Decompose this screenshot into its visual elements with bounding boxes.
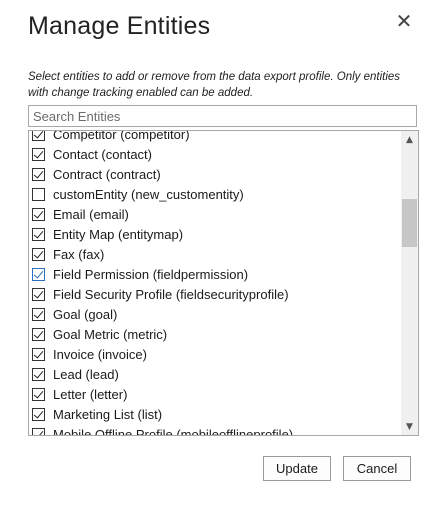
entity-list-item[interactable]: Field Security Profile (fieldsecuritypro… [29,284,401,304]
entity-label: customEntity (new_customentity) [53,186,244,202]
scrollbar-thumb[interactable] [402,199,417,247]
scroll-down-icon[interactable]: ▼ [401,418,418,435]
entity-list-item[interactable]: Lead (lead) [29,364,401,384]
cancel-button[interactable]: Cancel [343,456,411,481]
entity-label: Field Security Profile (fieldsecuritypro… [53,286,289,302]
entity-list-item[interactable]: Goal Metric (metric) [29,324,401,344]
entity-label: Mobile Offline Profile (mobileofflinepro… [53,426,294,436]
entity-list-item[interactable]: Fax (fax) [29,244,401,264]
entity-label: Fax (fax) [53,246,105,262]
entity-checkbox[interactable] [32,247,45,261]
entity-checkbox[interactable] [32,147,45,161]
entity-list: Competitor (competitor) Contact (contact)… [29,130,401,436]
scroll-up-icon[interactable]: ▲ [401,131,418,148]
close-icon[interactable]: ✕ [394,10,414,32]
entity-label: Lead (lead) [53,366,119,382]
entity-checkbox[interactable] [32,407,45,421]
search-input[interactable] [28,105,417,127]
entity-label: Letter (letter) [53,386,128,402]
entity-label: Email (email) [53,206,129,222]
entity-label: Goal Metric (metric) [53,326,168,342]
entity-list-item[interactable]: Email (email) [29,204,401,224]
entity-list-item[interactable]: Entity Map (entitymap) [29,224,401,244]
dialog-description: Select entities to add or remove from th… [28,71,401,99]
entity-list-item[interactable]: Invoice (invoice) [29,344,401,364]
entity-list-item[interactable]: Letter (letter) [29,384,401,404]
entity-checkbox[interactable] [32,167,45,181]
entity-checkbox[interactable] [32,387,45,401]
entity-listbox[interactable]: Competitor (competitor) Contact (contact)… [28,130,419,436]
entity-checkbox[interactable] [32,287,45,301]
entity-label: Competitor (competitor) [53,130,190,142]
entity-checkbox[interactable] [32,131,45,141]
update-button[interactable]: Update [263,456,331,481]
entity-list-item[interactable]: Goal (goal) [29,304,401,324]
entity-list-item[interactable]: Contract (contract) [29,164,401,184]
entity-checkbox[interactable] [32,367,45,381]
entity-list-item[interactable]: Contact (contact) [29,144,401,164]
entity-label: Marketing List (list) [53,406,163,422]
entity-checkbox[interactable] [32,227,45,241]
entity-label: Entity Map (entitymap) [53,226,184,242]
entity-checkbox[interactable] [32,307,45,321]
entity-label: Field Permission (fieldpermission) [53,266,249,282]
entity-list-item[interactable]: Competitor (competitor) [29,130,401,144]
entity-checkbox[interactable] [32,327,45,341]
entity-list-item[interactable]: customEntity (new_customentity) [29,184,401,204]
entity-checkbox[interactable] [32,187,45,201]
dialog-title: Manage Entities [28,12,211,40]
entity-label: Contract (contract) [53,166,161,182]
entity-label: Goal (goal) [53,306,118,322]
vertical-scrollbar[interactable]: ▲ ▼ [401,131,418,435]
entity-label: Invoice (invoice) [53,346,147,362]
entity-list-item[interactable]: Field Permission (fieldpermission) [29,264,401,284]
entity-label: Contact (contact) [53,146,152,162]
entity-checkbox[interactable] [32,427,45,435]
entity-checkbox[interactable] [32,207,45,221]
entity-list-item[interactable]: Mobile Offline Profile (mobileofflinepro… [29,424,401,436]
entity-list-item[interactable]: Marketing List (list) [29,404,401,424]
entity-checkbox[interactable] [32,347,45,361]
entity-checkbox[interactable] [32,267,45,281]
